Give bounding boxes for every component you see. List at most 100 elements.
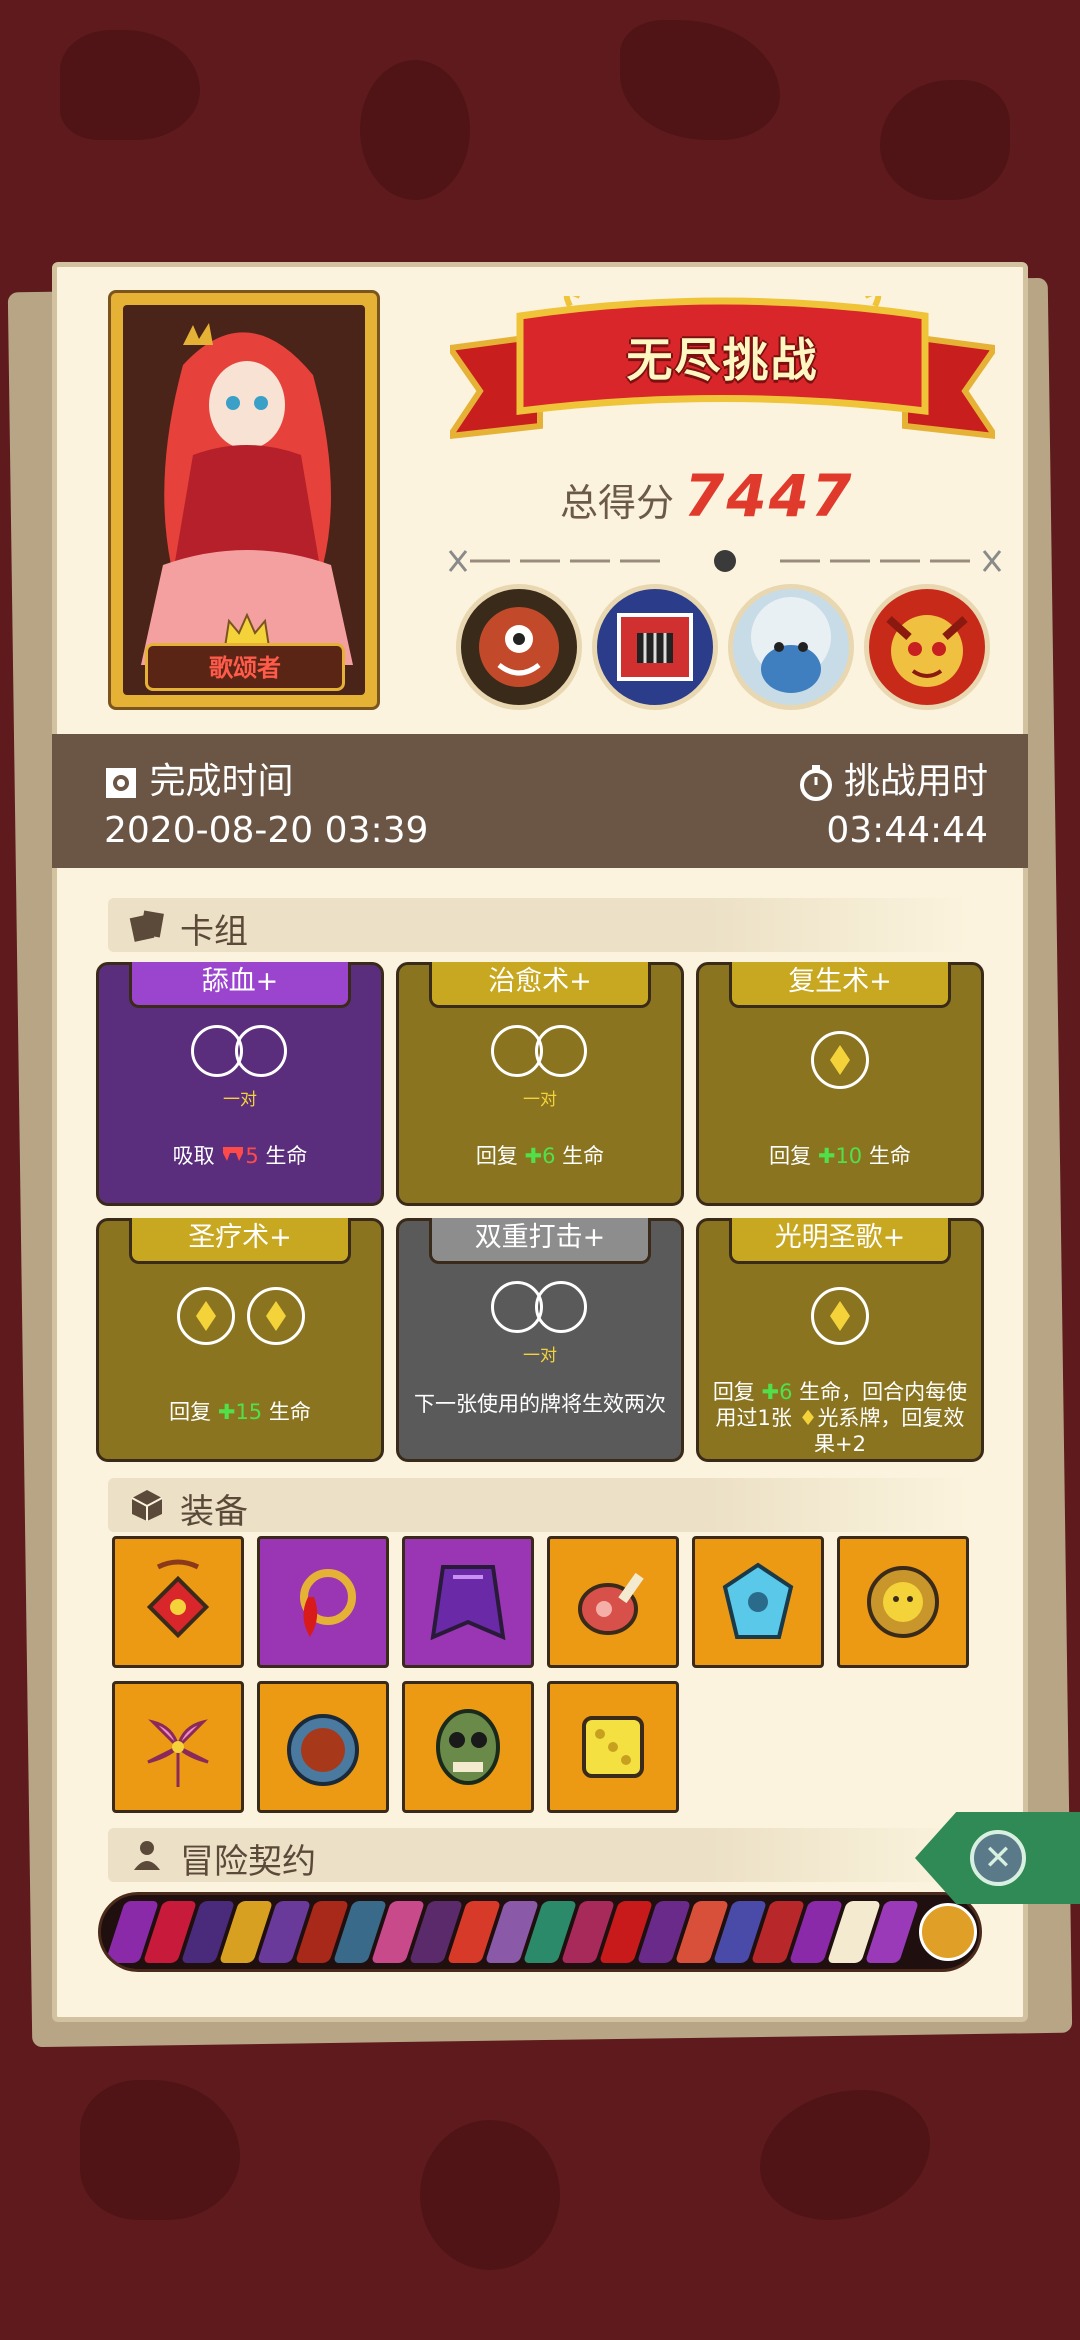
finish-time-value: 2020-08-20 03:39 xyxy=(104,810,429,851)
lily-icon xyxy=(147,1719,209,1787)
deck-section-header: 卡组 xyxy=(108,898,968,952)
background-pattern xyxy=(760,2090,930,2220)
card-description: 回复 ✚10 生命 xyxy=(709,1143,971,1169)
boss-portrait-1[interactable] xyxy=(456,584,582,710)
light-gem-icon xyxy=(247,1287,305,1345)
duration-label: 挑战用时 xyxy=(799,752,988,804)
contracts-section-header: 冒险契约 xyxy=(108,1828,968,1882)
close-icon: ✕ xyxy=(970,1830,1026,1886)
cyclops-boss-icon xyxy=(479,607,559,687)
background-pattern xyxy=(60,30,200,140)
background-pattern xyxy=(420,2120,560,2270)
card-desc-a: 回复 xyxy=(475,1144,518,1168)
card-resurrect[interactable]: 复生术+ 回复 ✚10 生命 xyxy=(696,962,984,1206)
small-gem-icon: ♦ xyxy=(798,1406,818,1430)
card-desc-a: 回复 xyxy=(169,1400,212,1424)
cape-icon xyxy=(430,1565,506,1641)
equipment-slot[interactable] xyxy=(692,1536,824,1668)
card-name: 光明圣歌+ xyxy=(729,1218,951,1264)
duration-label-text: 挑战用时 xyxy=(843,761,988,802)
equipment-slot[interactable] xyxy=(257,1536,389,1668)
light-gem-icon xyxy=(811,1031,869,1089)
background-pattern xyxy=(360,60,470,200)
card-light-hymn[interactable]: 光明圣歌+ 回复 ✚6 生命，回合内每使用过1张 ♦光系牌，回复效果+2 xyxy=(696,1218,984,1462)
equipment-slot[interactable] xyxy=(257,1681,389,1813)
plus-icon: ✚ xyxy=(524,1144,543,1168)
demon-boss-icon xyxy=(886,615,968,687)
score-label: 总得分 xyxy=(560,481,675,525)
plus-icon: ✚ xyxy=(817,1144,836,1168)
score-value: 7447 xyxy=(684,462,854,530)
hero-portrait[interactable]: 歌颂者 xyxy=(108,290,380,710)
card-desc-b: 生命 xyxy=(562,1144,605,1168)
card-name: 圣疗术+ xyxy=(129,1218,351,1264)
equipment-slot[interactable] xyxy=(402,1681,534,1813)
card-description: 回复 ✚6 生命 xyxy=(409,1143,671,1169)
dice-icon xyxy=(582,1716,644,1778)
card-desc-b: 生命 xyxy=(268,1400,311,1424)
time-bar: 完成时间 2020-08-20 03:39 挑战用时 03:44:44 xyxy=(52,734,1028,868)
cage-boss-icon xyxy=(617,613,693,681)
finish-time-label-text: 完成时间 xyxy=(149,761,294,802)
card-desc-value: 15 xyxy=(235,1400,263,1424)
card-description: 下一张使用的牌将生效两次 xyxy=(414,1392,666,1416)
pendant-icon xyxy=(287,1714,359,1786)
deck-title: 卡组 xyxy=(180,912,248,952)
card-desc-c: 光系牌，回复效果+2 xyxy=(814,1406,965,1456)
card-description: 吸取 5 生命 xyxy=(109,1143,371,1169)
card-pair-label: 一对 xyxy=(523,1090,557,1110)
score-row: 总得分 7447 xyxy=(560,462,853,532)
cards-icon xyxy=(129,910,164,942)
equipment-slot[interactable] xyxy=(837,1536,969,1668)
card-name: 双重打击+ xyxy=(429,1218,651,1264)
card-name: 治愈术+ xyxy=(429,962,651,1008)
pair-ring-icon xyxy=(535,1025,587,1077)
background-pattern xyxy=(620,20,780,140)
card-desc-value: 5 xyxy=(245,1144,259,1168)
card-name: 舔血+ xyxy=(129,962,351,1008)
plus-icon: ✚ xyxy=(761,1380,780,1404)
background-pattern xyxy=(80,2080,240,2220)
boss-portrait-3[interactable] xyxy=(728,584,854,710)
mode-banner: 无尽挑战 xyxy=(443,289,1002,456)
lion-ring-icon xyxy=(867,1566,939,1638)
card-holy-heal[interactable]: 圣疗术+ 回复 ✚15 生命 xyxy=(96,1218,384,1462)
fangs-icon xyxy=(223,1147,244,1161)
duration-value: 03:44:44 xyxy=(826,810,988,851)
contract-strip[interactable] xyxy=(98,1892,982,1972)
light-gem-icon xyxy=(811,1287,869,1345)
boss-portrait-2[interactable] xyxy=(592,584,718,710)
card-double-strike[interactable]: 双重打击+ 一对 下一张使用的牌将生效两次 xyxy=(396,1218,684,1462)
equipment-slot[interactable] xyxy=(112,1536,244,1668)
equipment-section-header: 装备 xyxy=(108,1478,968,1532)
equipment-slot[interactable] xyxy=(112,1681,244,1813)
card-desc-value: 10 xyxy=(835,1144,863,1168)
card-heal[interactable]: 治愈术+ 一对 回复 ✚6 生命 xyxy=(396,962,684,1206)
equipment-slot[interactable] xyxy=(547,1681,679,1813)
card-desc-a: 回复 xyxy=(769,1144,812,1168)
amulet-icon xyxy=(146,1559,210,1639)
card-description: 回复 ✚15 生命 xyxy=(109,1399,371,1425)
card-lick-blood[interactable]: 舔血+ 一对 吸取 5 生命 xyxy=(96,962,384,1206)
contracts-title: 冒险契约 xyxy=(180,1842,316,1882)
equipment-slot[interactable] xyxy=(402,1536,534,1668)
card-description: 回复 ✚6 生命，回合内每使用过1张 ♦光系牌，回复效果+2 xyxy=(709,1379,971,1457)
equipment-slot[interactable] xyxy=(547,1536,679,1668)
light-gem-icon xyxy=(177,1287,235,1345)
background-pattern xyxy=(880,80,1010,200)
banner-title: 无尽挑战 xyxy=(626,333,819,387)
card-desc-a: 吸取 xyxy=(172,1144,215,1168)
card-pair-label: 一对 xyxy=(223,1090,257,1110)
card-desc-value: 6 xyxy=(779,1380,793,1404)
stopwatch-icon xyxy=(799,765,832,801)
crystal-icon xyxy=(722,1562,794,1639)
card-desc-a: 回复 xyxy=(712,1380,755,1404)
boss-portrait-4[interactable] xyxy=(864,584,990,710)
yeti-boss-icon xyxy=(751,597,831,693)
ornament-divider xyxy=(448,550,1002,572)
box-icon xyxy=(131,1490,163,1521)
pair-ring-icon xyxy=(235,1025,287,1077)
paw-icon xyxy=(919,1903,977,1961)
skull-mask-icon xyxy=(436,1709,500,1785)
finish-time-label: 完成时间 xyxy=(104,752,293,804)
